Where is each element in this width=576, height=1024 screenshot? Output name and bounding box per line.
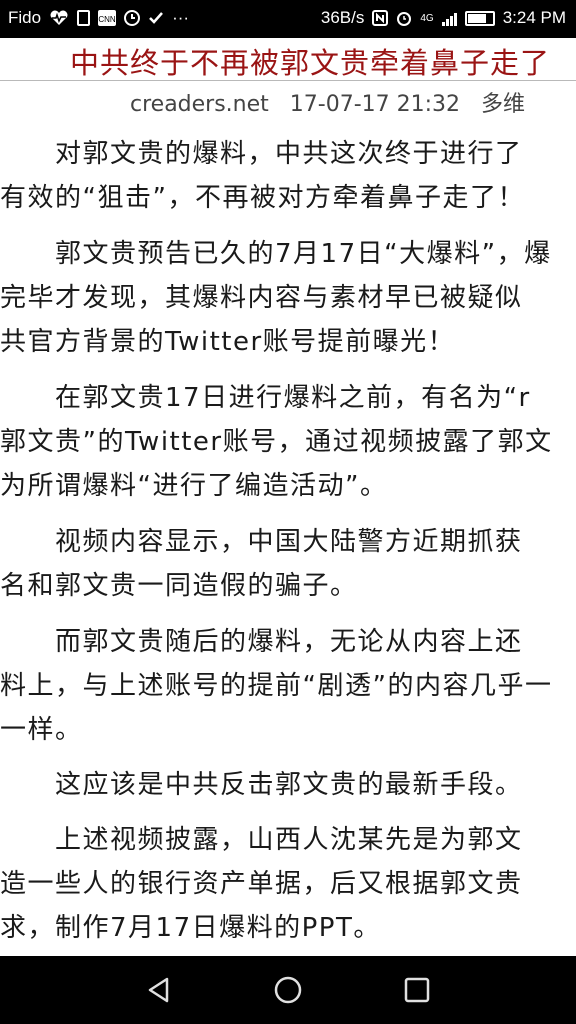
back-icon[interactable]	[143, 974, 175, 1006]
battery-icon	[464, 10, 495, 26]
article-line: 名和郭文贵一同造假的骗子。	[0, 571, 358, 601]
carrier-name: Fido	[8, 8, 42, 27]
system-nav-bar	[0, 956, 576, 1024]
nfc-icon	[372, 10, 389, 26]
article-line: 有效的“狙击”，不再被对方牵着鼻子走了！	[0, 183, 525, 213]
clock-time: 3:24 PM	[502, 8, 566, 27]
alarm-icon	[397, 12, 412, 26]
article-line: 上述视频披露，山西人沈某先是为郭文	[0, 825, 523, 855]
status-right: 36B/s 4G 3:24 PM	[321, 8, 566, 28]
cnn-icon: CNN	[98, 10, 117, 26]
article-datetime: 17-07-17 21:32	[289, 92, 461, 117]
article-line: 造一些人的银行资产单据，后又根据郭文贵	[0, 869, 523, 899]
article-body: 对郭文贵的爆料，中共这次终于进行了 有效的“狙击”，不再被对方牵着鼻子走了！ 郭…	[0, 130, 576, 952]
status-bar: Fido CNN ··· 36B/s 4G 3:24 PM	[0, 0, 576, 38]
article-author: 多维	[481, 92, 526, 117]
checkmark-icon	[149, 12, 164, 24]
recents-icon[interactable]	[401, 974, 433, 1006]
clock-icon	[124, 10, 141, 26]
net-speed: 36B/s	[320, 8, 365, 27]
svg-text:CNN: CNN	[98, 15, 116, 24]
article-line: 料上，与上述账号的提前“剧透”的内容几乎一	[0, 671, 553, 701]
status-left: Fido CNN ···	[8, 8, 189, 28]
article-line: 而郭文贵随后的爆料，无论从内容上还	[0, 627, 523, 657]
article-source[interactable]: creaders.net	[130, 92, 269, 117]
article-line: 郭文贵预告已久的7月17日“大爆料”，爆	[0, 239, 552, 269]
article-line: 一样。	[0, 715, 83, 745]
article-line: 这应该是中共反击郭文贵的最新手段。	[0, 770, 523, 800]
article-line: 对郭文贵的爆料，中共这次终于进行了	[0, 139, 523, 169]
article-line: 在郭文贵17日进行爆料之前，有名为“r	[0, 383, 531, 413]
more-notifications: ···	[172, 8, 190, 27]
home-icon[interactable]	[272, 974, 304, 1006]
article-line: 求，制作7月17日爆料的PPT。	[0, 913, 381, 943]
network-type: 4G	[420, 12, 434, 24]
heartbeat-icon	[50, 10, 68, 25]
article-line: 共官方背景的Twitter账号提前曝光！	[0, 327, 456, 357]
article-line: 为所谓爆料“进行了编造活动”。	[0, 471, 388, 501]
notification-icon	[77, 10, 91, 26]
article-title: 中共终于不再被郭文贵牵着鼻子走了	[70, 46, 551, 80]
article-title-bar: 中共终于不再被郭文贵牵着鼻子走了	[0, 38, 576, 81]
article-meta: creaders.net 17-07-17 21:32 多维	[130, 86, 525, 118]
article-line: 视频内容显示，中国大陆警方近期抓获	[0, 527, 523, 557]
article-line: 郭文贵”的Twitter账号，通过视频披露了郭文	[0, 427, 553, 457]
signal-icon	[441, 10, 457, 26]
article-line: 完毕才发现，其爆料内容与素材早已被疑似	[0, 283, 523, 313]
